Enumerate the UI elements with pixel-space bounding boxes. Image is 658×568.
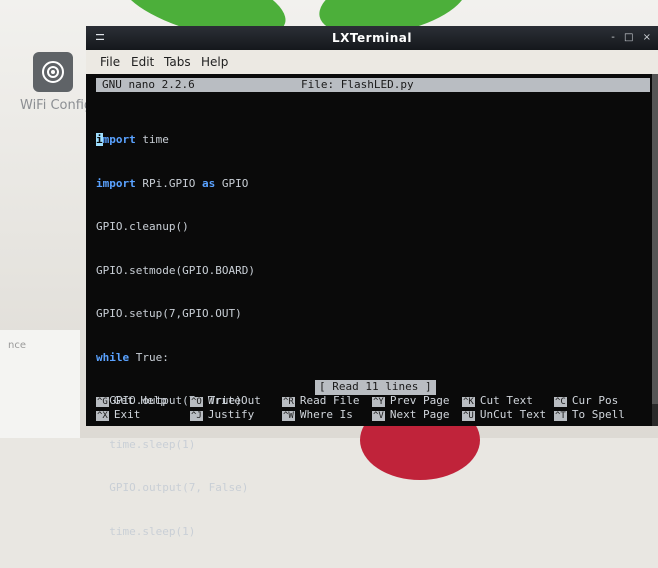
- code-line: GPIO.setup(7,GPIO.OUT): [96, 307, 242, 320]
- window-controls[interactable]: - □ ×: [611, 32, 654, 43]
- shortcut-cur-pos[interactable]: ^C Cur Pos: [554, 394, 618, 409]
- code-line: while True:: [96, 350, 169, 364]
- shortcut-to-spell[interactable]: ^T To Spell: [554, 408, 625, 423]
- shortcut-exit[interactable]: ^X Exit: [96, 408, 140, 423]
- menu-bar: File Edit Tabs Help: [86, 50, 658, 74]
- side-panel-text: nce: [8, 340, 26, 351]
- shortcut-get-help[interactable]: ^G Get Help: [96, 394, 167, 409]
- code-line: import RPi.GPIO as GPIO: [96, 176, 249, 190]
- shortcut-where-is[interactable]: ^W Where Is: [282, 408, 353, 423]
- wifi-config-label[interactable]: WiFi Config: [20, 98, 92, 113]
- title-bar[interactable]: LXTerminal - □ ×: [86, 26, 658, 50]
- code-editor[interactable]: import time import RPi.GPIO as GPIO GPIO…: [96, 104, 255, 568]
- menu-file[interactable]: File: [100, 55, 120, 69]
- menu-tabs[interactable]: Tabs: [164, 55, 191, 69]
- menu-help[interactable]: Help: [201, 55, 228, 69]
- shortcut-next-page[interactable]: ^V Next Page: [372, 408, 449, 423]
- shortcut-read-file[interactable]: ^R Read File: [282, 394, 359, 409]
- wifi-config-icon[interactable]: [33, 52, 73, 92]
- shortcut-writeout[interactable]: ^O WriteOut: [190, 394, 261, 409]
- window-title: LXTerminal: [332, 31, 412, 45]
- code-line: time.sleep(1): [96, 437, 196, 451]
- terminal-area[interactable]: GNU nano 2.2.6 File: FlashLED.py import …: [86, 74, 652, 538]
- code-line: import time: [96, 133, 169, 146]
- lxterminal-window: LXTerminal - □ × File Edit Tabs Help GNU…: [86, 26, 658, 538]
- code-line: GPIO.setmode(GPIO.BOARD): [96, 263, 255, 277]
- nano-status-message: [ Read 11 lines ]: [315, 380, 436, 395]
- code-line: time.sleep(1): [96, 524, 196, 538]
- shortcut-cut-text[interactable]: ^K Cut Text: [462, 394, 533, 409]
- shortcut-justify[interactable]: ^J Justify: [190, 408, 254, 423]
- code-line: GPIO.cleanup(): [96, 220, 189, 233]
- shortcut-uncut-text[interactable]: ^U UnCut Text: [462, 408, 546, 423]
- shortcut-prev-page[interactable]: ^Y Prev Page: [372, 394, 449, 409]
- nano-version: GNU nano 2.2.6: [102, 78, 195, 91]
- nano-file-name: File: FlashLED.py: [301, 78, 414, 91]
- nano-header-bar: GNU nano 2.2.6 File: FlashLED.py: [96, 78, 650, 92]
- code-line: GPIO.output(7, False): [96, 481, 249, 494]
- nano-shortcut-bar: ^G Get Help ^O WriteOut ^R Read File ^Y Prev…: [96, 394, 652, 426]
- menu-edit[interactable]: Edit: [131, 55, 154, 69]
- terminal-scroll-thumb[interactable]: [652, 74, 658, 404]
